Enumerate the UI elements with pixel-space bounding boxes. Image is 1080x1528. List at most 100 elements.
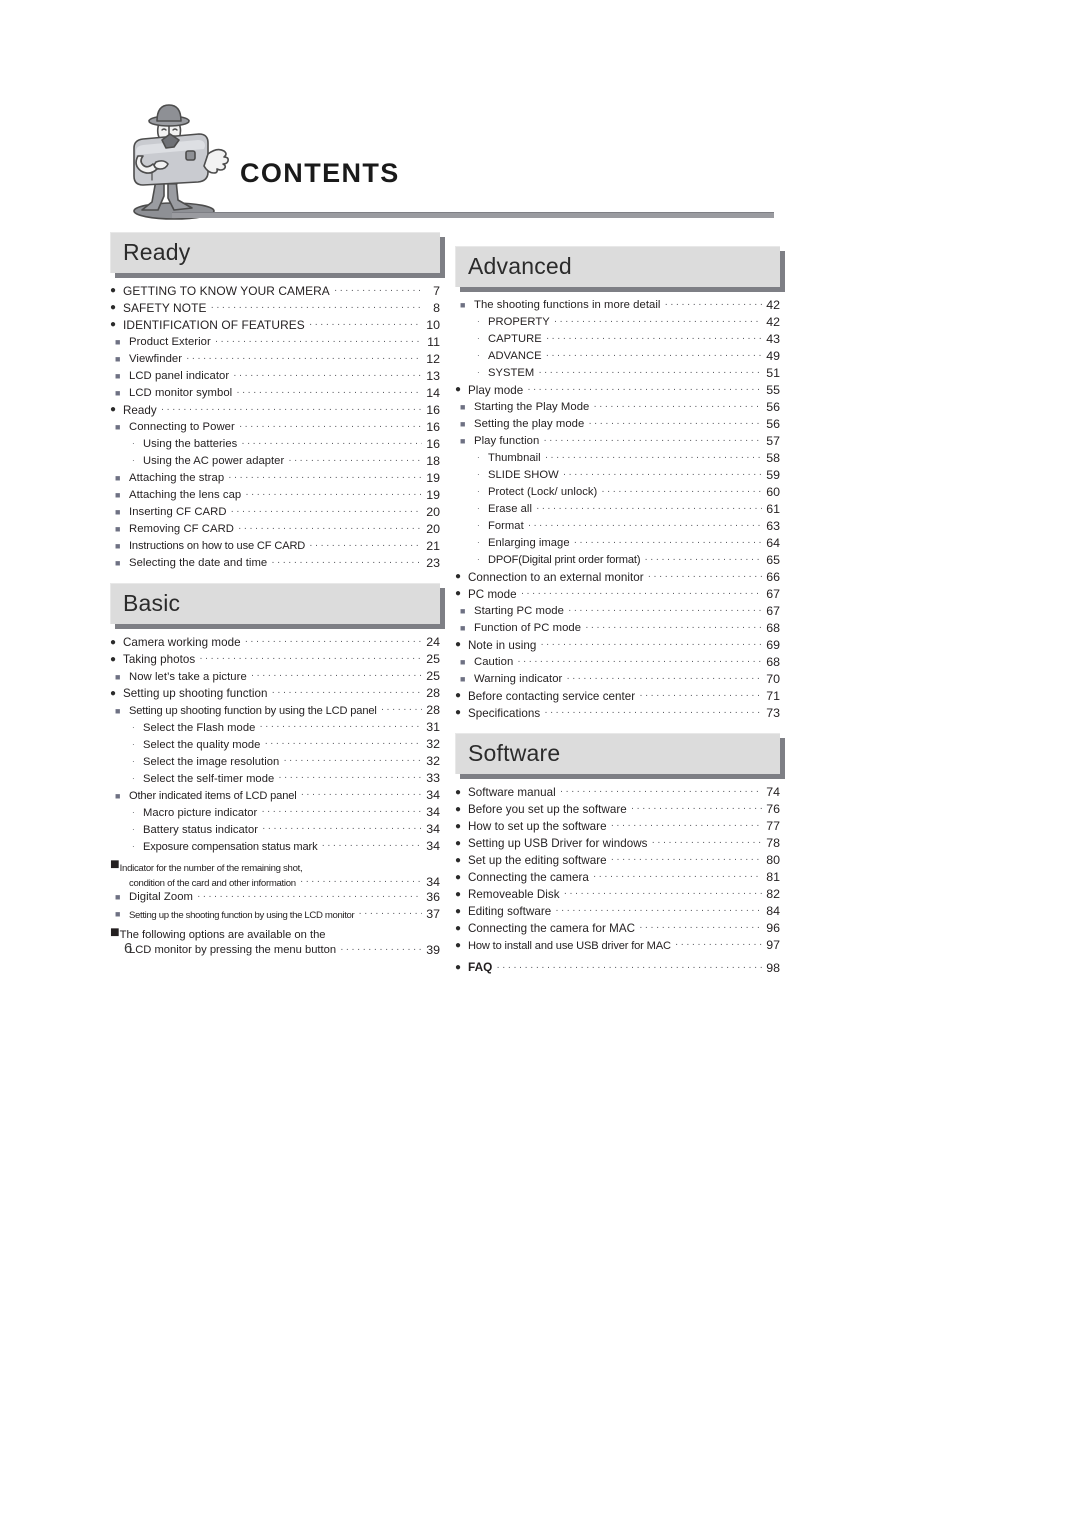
toc-entry[interactable]: ● Setting up USB Driver for windows 78 [455, 837, 780, 850]
toc-entry[interactable]: · Macro picture indicator 34 [110, 806, 440, 819]
toc-entry[interactable]: · DPOF(Digital print order format) 65 [455, 554, 780, 567]
toc-entry[interactable]: ■ The shooting functions in more detail 42 [455, 298, 780, 312]
toc-entry[interactable]: ■ Viewfinder 12 [110, 352, 440, 366]
entry-label: Viewfinder [129, 353, 183, 366]
entry-label: Digital Zoom [129, 890, 194, 903]
bullet-dot-icon: · [477, 470, 480, 480]
toc-entry[interactable]: · Thumbnail 58 [455, 452, 780, 465]
toc-entry[interactable]: ● IDENTIFICATION OF FEATURES 10 [110, 317, 440, 332]
toc-entry[interactable]: ■ The following options are available on … [110, 924, 440, 956]
toc-entry[interactable]: ● Connecting the camera 81 [455, 871, 780, 884]
toc-entry[interactable]: ● Removeable Disk 82 [455, 888, 780, 902]
entry-label: Attaching the lens cap [129, 489, 242, 502]
toc-entry[interactable]: ● Specifications 73 [455, 707, 780, 720]
toc-entry[interactable]: · ADVANCE 49 [455, 350, 780, 363]
entry-page-number: 13 [426, 369, 440, 383]
toc-entry[interactable]: ● FAQ 98 [455, 961, 780, 974]
toc-entry[interactable]: ■ Play function 57 [455, 435, 780, 448]
bullet-circle-icon: ● [110, 319, 117, 331]
toc-entry[interactable]: · Battery status indicator 34 [110, 823, 440, 836]
entry-page-number: 67 [766, 587, 780, 601]
entry-label: Protect (Lock/ unlock) [488, 486, 598, 499]
bullet-dot-icon: · [132, 841, 135, 851]
toc-entry[interactable]: ● How to install and use USB driver for M… [455, 939, 780, 952]
bullet-circle-icon: ● [455, 837, 462, 849]
entry-label: SYSTEM [488, 367, 535, 380]
toc-entry[interactable]: ■ Instructions on how to use CF CARD 21 [110, 540, 440, 553]
toc-entry[interactable]: ● Setting up shooting function 28 [110, 687, 440, 700]
toc-entry[interactable]: ■ Inserting CF CARD 20 [110, 506, 440, 519]
toc-entry[interactable]: ■ Digital Zoom 36 [110, 890, 440, 903]
section-entries: ■ The shooting functions in more detail 42… [455, 298, 780, 720]
toc-entry[interactable]: ● Software manual 74 [455, 786, 780, 799]
dot-leader [259, 722, 422, 733]
entry-page-number: 12 [426, 352, 440, 366]
toc-entry[interactable]: · Enlarging image 64 [455, 537, 780, 550]
bullet-dot-icon: · [132, 439, 135, 449]
toc-entry[interactable]: ■ Product Exterior 11 [110, 336, 440, 349]
toc-entry[interactable]: ■ Warning indicator 70 [455, 673, 780, 686]
toc-entry[interactable]: ■ Setting up the shooting function by usi… [110, 907, 440, 920]
toc-entry[interactable]: ● Note in using 69 [455, 639, 780, 652]
toc-entry[interactable]: ● Taking photos 25 [110, 653, 440, 666]
toc-entry[interactable]: ■ Indicator for the number of the remaini… [110, 857, 440, 889]
toc-entry[interactable]: · Select the Flash mode 31 [110, 721, 440, 734]
entry-label: Select the Flash mode [143, 721, 256, 734]
toc-entry[interactable]: · Select the self-timer mode 33 [110, 772, 440, 785]
toc-entry[interactable]: ■ Starting the Play Mode 56 [455, 400, 780, 414]
toc-entry[interactable]: ● Connection to an external monitor 66 [455, 571, 780, 584]
toc-entry[interactable]: ■ Caution 68 [455, 656, 780, 669]
toc-entry[interactable]: ● GETTING TO KNOW YOUR CAMERA 7 [110, 284, 440, 298]
entry-page-number: 84 [766, 904, 780, 919]
toc-entry[interactable]: · Using the batteries 16 [110, 438, 440, 451]
toc-entry[interactable]: ● Set up the editing software 80 [455, 854, 780, 867]
toc-entry[interactable]: ■ Selecting the date and time 23 [110, 557, 440, 570]
entry-page-number: 42 [766, 298, 780, 312]
toc-entry[interactable]: ■ LCD panel indicator 13 [110, 369, 440, 383]
page-title: CONTENTS [240, 158, 400, 188]
entry-label: IDENTIFICATION OF FEATURES [123, 317, 305, 332]
toc-entry[interactable]: ■ Connecting to Power 16 [110, 421, 440, 434]
toc-entry[interactable]: ● Ready 16 [110, 403, 440, 417]
entry-label: Removeable Disk [468, 888, 560, 902]
dot-leader [288, 455, 422, 466]
toc-entry[interactable]: · Select the image resolution 32 [110, 755, 440, 768]
entry-page-number: 7 [433, 284, 440, 298]
bullet-square-icon: ■ [460, 606, 466, 617]
toc-entry[interactable]: · Select the quality mode 32 [110, 738, 440, 751]
toc-entry[interactable]: ■ Attaching the strap 19 [110, 472, 440, 485]
bullet-square-icon: ■ [460, 419, 466, 430]
toc-entry[interactable]: ■ Starting PC mode 67 [455, 605, 780, 618]
toc-entry[interactable]: · PROPERTY 42 [455, 316, 780, 329]
toc-entry[interactable]: · SYSTEM 51 [455, 367, 780, 380]
toc-entry[interactable]: ● Play mode 55 [455, 384, 780, 397]
toc-entry[interactable]: ● How to set up the software 77 [455, 820, 780, 833]
toc-entry[interactable]: ■ Other indicated items of LCD panel 34 [110, 789, 440, 802]
toc-entry[interactable]: ■ Attaching the lens cap 19 [110, 489, 440, 502]
toc-entry[interactable]: ■ Setting the play mode 56 [455, 418, 780, 431]
toc-entry[interactable]: · Exposure compensation status mark 34 [110, 840, 440, 853]
entry-label: Ready [123, 403, 157, 417]
bullet-square-icon: ■ [115, 422, 121, 433]
toc-entry[interactable]: ● Before contacting service center 71 [455, 690, 780, 703]
toc-entry[interactable]: ● SAFETY NOTE 8 [110, 302, 440, 315]
toc-entry[interactable]: · SLIDE SHOW 59 [455, 469, 780, 482]
toc-entry[interactable]: ■ LCD monitor symbol 14 [110, 387, 440, 400]
toc-entry[interactable]: ● Before you set up the software 76 [455, 803, 780, 816]
toc-entry[interactable]: ■ Now let’s take a picture 25 [110, 670, 440, 683]
toc-entry[interactable]: · Format 63 [455, 520, 780, 533]
toc-entry[interactable]: ● Connecting the camera for MAC 96 [455, 922, 780, 935]
toc-entry[interactable]: ● Camera working mode 24 [110, 636, 440, 649]
toc-entry[interactable]: ● Editing software 84 [455, 904, 780, 919]
toc-entry[interactable]: · Protect (Lock/ unlock) 60 [455, 486, 780, 499]
bullet-square-icon: ■ [115, 790, 121, 801]
toc-entry[interactable]: · CAPTURE 43 [455, 333, 780, 346]
bullet-circle-icon: ● [455, 939, 462, 951]
toc-entry[interactable]: · Using the AC power adapter 18 [110, 455, 440, 468]
toc-entry[interactable]: ■ Setting up shooting function by using t… [110, 704, 440, 717]
toc-entry[interactable]: · Erase all 61 [455, 503, 780, 516]
toc-entry[interactable]: ■ Function of PC mode 68 [455, 622, 780, 635]
entry-page-number: 56 [766, 400, 780, 414]
toc-entry[interactable]: ● PC mode 67 [455, 587, 780, 601]
toc-entry[interactable]: ■ Removing CF CARD 20 [110, 523, 440, 536]
